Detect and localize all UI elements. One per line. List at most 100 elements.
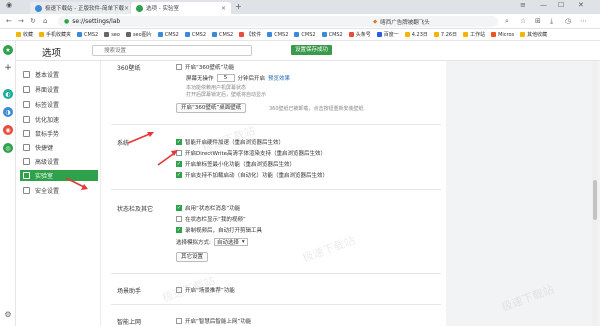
bookmark-item[interactable]: seo图片 <box>125 31 152 38</box>
browser-logo-icon[interactable]: ◉ <box>6 1 12 9</box>
nav-label: 基本设置 <box>35 72 60 79</box>
minutes-input[interactable]: 5 <box>216 74 235 82</box>
favorites-sidebar-icon[interactable]: ★ <box>3 45 13 55</box>
checkbox-checked[interactable]: ✓ <box>176 161 182 167</box>
nav-item-optimize[interactable]: 优化加速 <box>20 114 98 125</box>
checkbox[interactable] <box>176 64 182 70</box>
checkbox-checked[interactable]: ✓ <box>176 139 182 145</box>
settings-content: 360壁纸 开启“360壁纸”功能 屏幕无操作 5 分钟后开启 预览效果 本功能… <box>100 61 446 326</box>
url-text: se://settings/lab <box>72 18 121 25</box>
app-icon[interactable]: ◎ <box>3 143 13 153</box>
maximize-icon[interactable]: ☐ <box>558 1 564 9</box>
microsoft-icon <box>491 32 497 37</box>
nav-item-lab[interactable]: 实验室 <box>20 170 98 181</box>
mode-label: 选择模拟方式: <box>176 240 211 246</box>
app-icon[interactable]: ◑ <box>3 107 13 117</box>
close-tab-icon[interactable]: × <box>124 5 129 12</box>
url-search-box[interactable]: ◆ 喀西广告牌被翻飞头 <box>370 16 498 27</box>
bookmark-item[interactable]: 收藏 <box>16 31 33 38</box>
nav-item-interface[interactable]: 界面设置 <box>20 84 98 95</box>
bookmark-item[interactable]: seo <box>104 32 120 38</box>
preview-link[interactable]: 预览效果 <box>268 74 290 82</box>
nav-item-advanced[interactable]: 高级设置 <box>20 156 98 167</box>
bookmark-item[interactable]: 4.23日 <box>404 31 428 38</box>
bookmark-item[interactable]: 百度一 <box>376 31 399 38</box>
secure-icon: ● <box>64 18 70 25</box>
option-minimize[interactable]: ✓ 开启单标签最小化功能（重启浏览器后生效） <box>176 160 295 168</box>
wallpaper-timer-row: 屏幕无操作 5 分钟后开启 预览效果 <box>186 74 290 82</box>
bookmark-item[interactable]: 头条号 <box>348 31 371 38</box>
settings-nav: 基本设置 界面设置 标签设置 优化加速 鼠标手势 快捷键 高级设置 实验室 安全… <box>16 61 100 326</box>
bookmark-label: CMS2 <box>191 31 207 38</box>
option-statusbar-msg[interactable]: ✓ 启用“状态栏消息”功能 <box>176 204 240 212</box>
new-tab-icon[interactable]: + <box>235 2 242 11</box>
other-settings-button[interactable]: 其它设置 <box>176 252 209 262</box>
app-icon[interactable]: ◐ <box>3 89 13 99</box>
option-my-video[interactable]: 在状态栏显示“我的视频” <box>176 215 246 223</box>
settings-icon[interactable]: ⚙ <box>3 309 13 319</box>
bookmark-item[interactable]: CMS2 <box>184 31 207 38</box>
section-label-smart: 智能上网 <box>117 319 142 326</box>
nav-item-shortcuts[interactable]: 快捷键 <box>20 142 98 153</box>
refresh-icon[interactable]: ↻ <box>30 17 36 25</box>
home-icon[interactable]: ⌂ <box>43 17 47 25</box>
search-icon[interactable]: ⌕ <box>505 17 509 26</box>
option-auto-edit[interactable]: ✓ 录制视频后，自动打开剪辑工具 <box>176 226 262 234</box>
open-wallpaper-button[interactable]: 开启“360壁纸”桌面壁纸 <box>176 103 247 113</box>
add-sidebar-icon[interactable]: + <box>3 63 13 73</box>
bookmark-item[interactable]: 工作站 <box>463 31 485 38</box>
extensions-icon[interactable]: ⊞ <box>535 17 541 25</box>
timer-prefix: 屏幕无操作 <box>186 76 214 82</box>
tab-settings-lab[interactable]: 选项 - 实验室 × <box>131 2 231 14</box>
bookmark-item[interactable]: CMS2 <box>77 32 98 38</box>
bookmark-label: 7.26日 <box>440 32 458 38</box>
tab-download-site[interactable]: 极速下载站 - 正版软件-简单下载 × <box>30 2 130 14</box>
checkbox-checked[interactable]: ✓ <box>176 227 182 233</box>
star-icon <box>16 32 21 37</box>
mode-select[interactable]: 自动选择 ▾ <box>213 238 248 246</box>
bookmark-item[interactable]: CMS2 <box>321 32 343 38</box>
back-icon[interactable]: ← <box>6 17 12 25</box>
option-smart[interactable]: 开启“智慧后智能上网”功能 <box>176 317 251 325</box>
minimize-icon[interactable]: — <box>540 1 547 9</box>
settings-search-input[interactable] <box>92 45 252 56</box>
nav-item-gestures[interactable]: 鼠标手势 <box>20 128 98 139</box>
checkbox-checked[interactable]: ✓ <box>176 205 182 211</box>
nav-item-basic[interactable]: 基本设置 <box>20 69 98 80</box>
weibo-icon[interactable]: ◉ <box>3 125 13 135</box>
bookmark-item[interactable]: CMS2 <box>212 32 233 38</box>
bookmark-label: 头条号 <box>355 32 371 38</box>
bookmark-item[interactable]: Micros <box>491 32 514 38</box>
checkbox[interactable] <box>176 318 182 324</box>
option-no-load[interactable]: ✓ 开启支持不加载启动（自动化）功能（重启浏览器后生效） <box>176 171 328 179</box>
bookmark-item[interactable]: 7.26日 <box>433 31 458 38</box>
folder-icon <box>463 32 469 37</box>
bookmark-item[interactable]: 【软件 <box>239 31 261 38</box>
bookmark-item[interactable]: CMS2 <box>294 32 316 38</box>
keyboard-icon <box>23 144 30 151</box>
bookmark-item[interactable]: 其他收藏 <box>520 31 547 38</box>
nav-label: 界面设置 <box>35 87 60 94</box>
checkbox-checked[interactable]: ✓ <box>176 172 182 178</box>
close-tab-icon[interactable]: × <box>221 5 226 12</box>
close-window-icon[interactable]: ✕ <box>578 1 584 9</box>
wallpaper-uninstalled-note: 360壁纸已被卸载，点击按钮重新安装壁纸 <box>269 106 364 112</box>
bookmark-item[interactable]: 手机收藏夹 <box>39 31 71 38</box>
option-directwrite[interactable]: 开启DirectWrite高清字体渲染支持（重启浏览器后生效） <box>176 149 326 157</box>
star-icon[interactable]: ☆ <box>520 17 526 25</box>
download-icon[interactable]: ⤓ <box>550 17 553 26</box>
checkbox[interactable] <box>176 216 182 222</box>
forward-icon[interactable]: → <box>18 17 24 25</box>
mouse-icon <box>23 130 30 137</box>
history-icon[interactable]: ◷ <box>565 17 571 25</box>
option-wallpaper[interactable]: 开启“360壁纸”功能 <box>176 63 234 71</box>
more-icon[interactable]: ⋯ <box>580 17 587 25</box>
bookmark-item[interactable]: CMS2 <box>267 32 288 38</box>
nav-item-tabs[interactable]: 标签设置 <box>20 99 98 110</box>
scrollbar-thumb[interactable] <box>593 180 597 220</box>
bookmark-item[interactable]: CMS2 <box>157 32 179 38</box>
address-bar-row: ← → ↻ ⌂ ● se://settings/lab ◆ 喀西广告牌被翻飞头 … <box>0 14 600 29</box>
nav-item-security[interactable]: 安全设置 <box>20 185 98 196</box>
checkbox[interactable] <box>176 150 182 156</box>
menu-icon[interactable]: ≡ <box>520 1 526 9</box>
